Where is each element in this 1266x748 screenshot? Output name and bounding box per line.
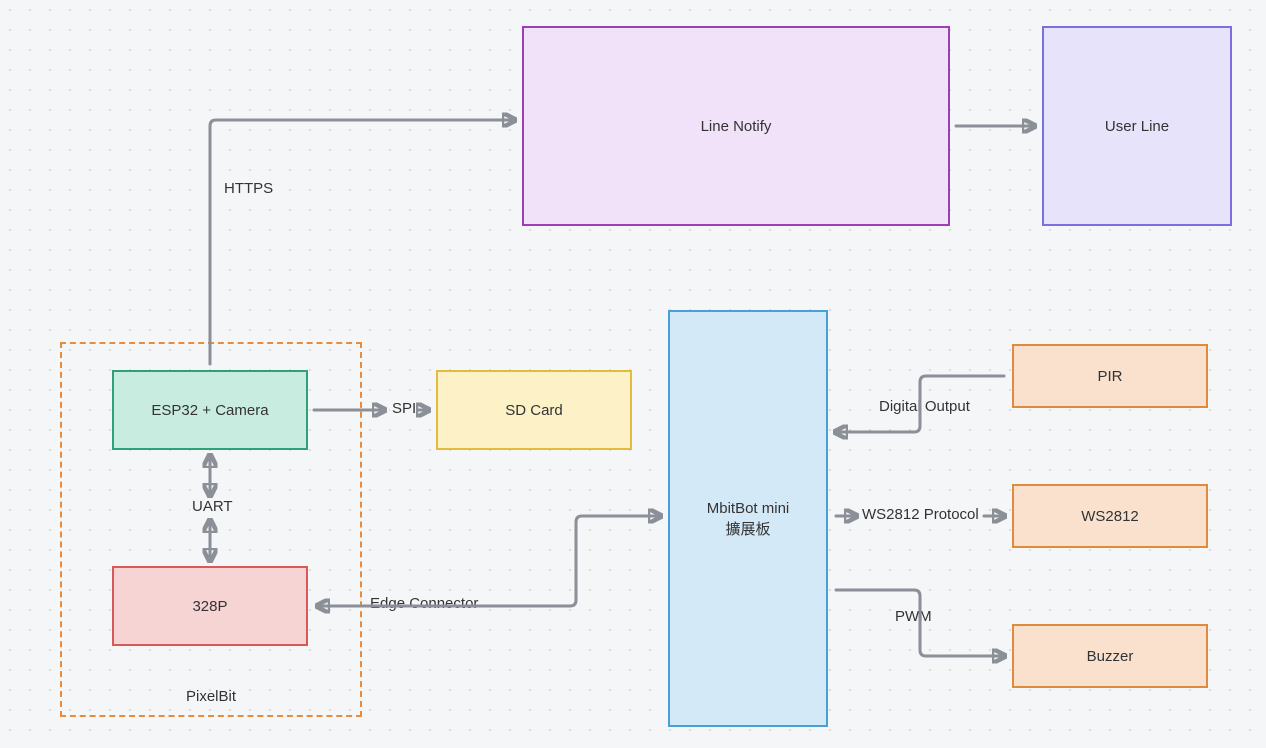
node-sd-card-text: SD Card	[505, 400, 563, 421]
label-digital-output: Digital Output	[877, 398, 972, 415]
node-mbitbot: MbitBot mini 擴展板	[668, 310, 828, 727]
label-ws2812-protocol: WS2812 Protocol	[860, 506, 981, 523]
node-ws2812: WS2812	[1012, 484, 1208, 548]
node-mbitbot-text1: MbitBot mini	[707, 498, 790, 519]
label-pwm: PWM	[893, 608, 934, 625]
node-user-line-text: User Line	[1105, 116, 1169, 137]
node-user-line: User Line	[1042, 26, 1232, 226]
node-line-notify: Line Notify	[522, 26, 950, 226]
label-edge-connector: Edge Connector	[368, 595, 480, 612]
pixelbit-label: PixelBit	[62, 688, 360, 705]
node-sd-card: SD Card	[436, 370, 632, 450]
node-328p-text: 328P	[192, 596, 227, 617]
node-pir-text: PIR	[1097, 366, 1122, 387]
node-pir: PIR	[1012, 344, 1208, 408]
label-https: HTTPS	[222, 180, 275, 197]
node-mbitbot-text2: 擴展板	[725, 519, 770, 540]
node-esp32-text: ESP32 + Camera	[151, 400, 268, 421]
label-uart: UART	[190, 498, 235, 515]
node-buzzer-text: Buzzer	[1087, 646, 1134, 667]
node-buzzer: Buzzer	[1012, 624, 1208, 688]
node-esp32: ESP32 + Camera	[112, 370, 308, 450]
label-spi: SPI	[390, 400, 418, 417]
node-ws2812-text: WS2812	[1081, 506, 1139, 527]
node-328p: 328P	[112, 566, 308, 646]
node-line-notify-text: Line Notify	[701, 116, 772, 137]
